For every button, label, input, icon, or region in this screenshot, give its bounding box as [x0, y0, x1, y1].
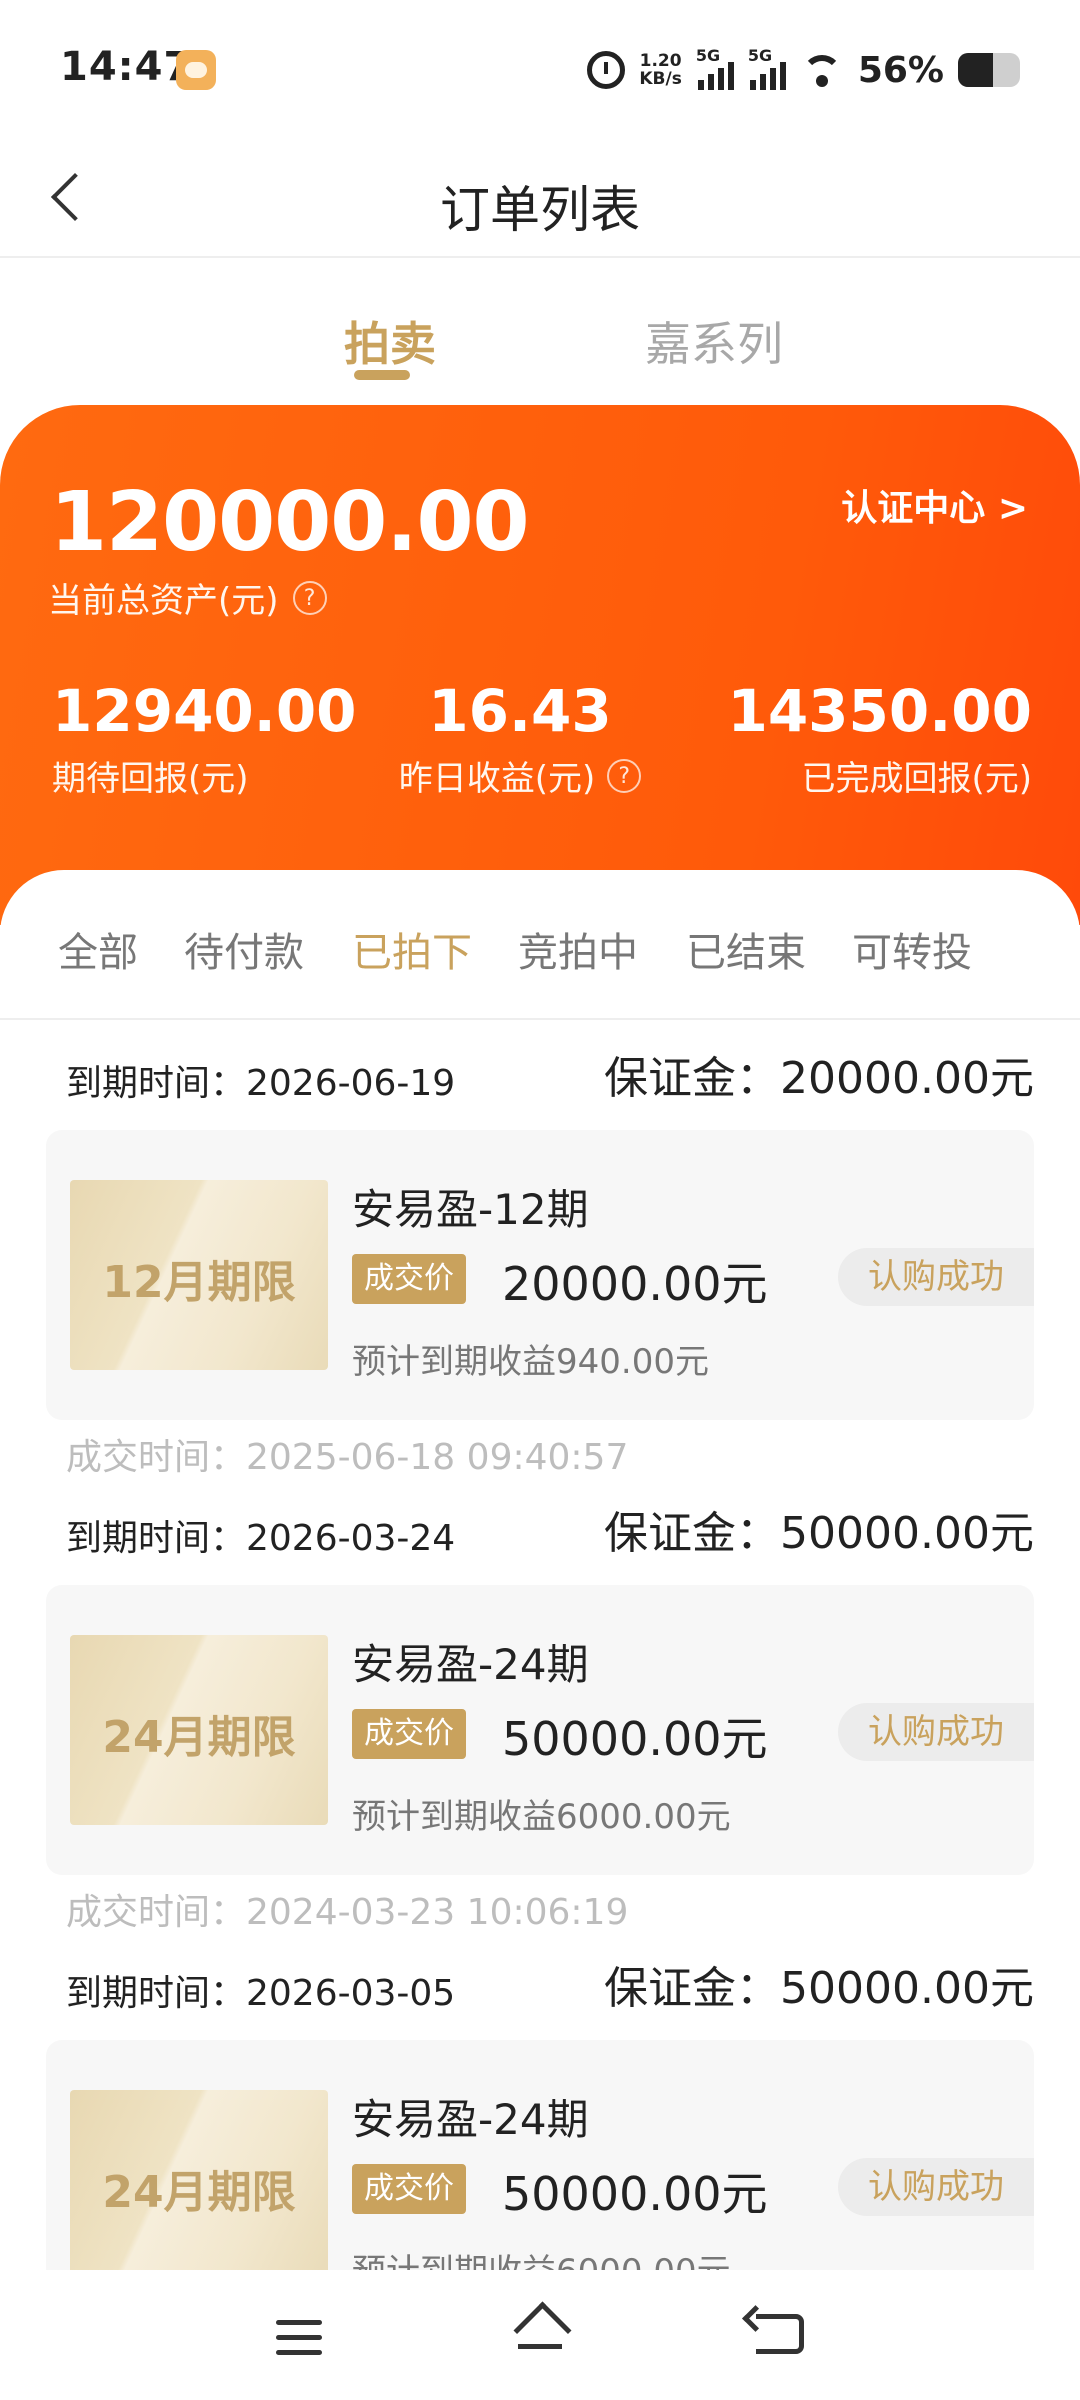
due-time: 到期时间：2026-06-19 [66, 1063, 456, 1104]
order-item: 到期时间：2026-06-19 保证金：20000.00元 12月期限 安易盈-… [0, 1020, 1080, 1478]
menu-icon[interactable] [276, 2320, 322, 2355]
completed-return-value: 14350.00 [727, 677, 1032, 745]
yesterday-income-label: 昨日收益(元) [398, 759, 596, 799]
tab-auction[interactable]: 拍卖 [344, 308, 436, 380]
order-item: 到期时间：2026-03-24 保证金：50000.00元 24月期限 安易盈-… [0, 1475, 1080, 1933]
tab-auction-label: 拍卖 [344, 317, 436, 371]
tab-pending-payment[interactable]: 待付款 [184, 920, 304, 978]
expected-return-value: 12940.00 [52, 677, 357, 745]
page-title: 订单列表 [440, 181, 640, 239]
tab-transferable[interactable]: 可转投 [852, 920, 972, 978]
status-badge: 认购成功 [838, 1703, 1034, 1761]
tab-jia-series-label: 嘉系列 [645, 317, 783, 371]
tab-ended[interactable]: 已结束 [686, 920, 806, 978]
term-label: 24月期限 [102, 1712, 296, 1763]
due-time: 到期时间：2026-03-05 [66, 1973, 456, 2014]
product-tabs: 拍卖 嘉系列 [0, 258, 1080, 408]
price-tag: 成交价 [352, 1709, 466, 1759]
battery-icon [958, 53, 1020, 87]
status-badge: 认购成功 [838, 1248, 1034, 1306]
yesterday-income: 16.43 昨日收益(元) ? [390, 677, 650, 800]
term-label: 12月期限 [102, 1257, 296, 1308]
price-tag: 成交价 [352, 1254, 466, 1304]
status-icons: 1.20 KB/s 5G 5G 56% [587, 46, 1020, 94]
yesterday-income-value: 16.43 [428, 677, 612, 745]
term-label: 24月期限 [102, 2167, 296, 2218]
expected-income: 预计到期收益940.00元 [352, 1342, 709, 1382]
status-time: 14:47 [60, 44, 193, 90]
expected-return: 12940.00 期待回报(元) [52, 677, 357, 800]
order-card[interactable]: 24月期限 安易盈-24期 成交价 50000.00元 预计到期收益6000.0… [46, 1585, 1034, 1875]
completed-return-label: 已完成回报(元) [801, 759, 1032, 799]
term-thumbnail: 12月期限 [70, 1180, 328, 1370]
order-card[interactable]: 24月期限 安易盈-24期 成交价 50000.00元 预计到期收益6000.0… [46, 2040, 1034, 2270]
deal-price: 50000.00元 [502, 1712, 768, 1766]
product-name: 安易盈-24期 [352, 2095, 589, 2144]
tab-jia-series[interactable]: 嘉系列 [645, 308, 783, 374]
expected-income: 预计到期收益6000.00元 [352, 1797, 731, 1837]
title-bar: 订单列表 [0, 140, 1080, 258]
back-icon[interactable] [756, 2314, 804, 2354]
wifi-icon [800, 53, 844, 87]
asset-summary-card: 120000.00 当前总资产(元) ? 认证中心 > 12940.00 期待回… [0, 405, 1080, 925]
order-status-tabs: 全部 待付款 已拍下 竞拍中 已结束 可转投 [0, 870, 1080, 1020]
sim2-label: 5G [747, 46, 773, 65]
system-nav-bar [0, 2270, 1080, 2400]
term-thumbnail: 24月期限 [70, 2090, 328, 2270]
help-icon[interactable]: ? [607, 758, 642, 793]
deposit: 保证金：50000.00元 [604, 1508, 1034, 1559]
deal-price: 50000.00元 [502, 2167, 768, 2221]
term-thumbnail: 24月期限 [70, 1635, 328, 1825]
network-speed-value: 1.20 [639, 51, 682, 71]
order-list: 到期时间：2026-06-19 保证金：20000.00元 12月期限 安易盈-… [0, 1020, 1080, 2270]
tab-active-indicator [354, 370, 410, 380]
price-tag: 成交价 [352, 2164, 466, 2214]
network-speed: 1.20 KB/s [639, 52, 681, 88]
alarm-icon [587, 51, 626, 89]
order-item: 到期时间：2026-03-05 保证金：50000.00元 24月期限 安易盈-… [0, 1930, 1080, 2270]
total-assets-label-row: 当前总资产(元) ? [48, 573, 327, 622]
tab-bidding[interactable]: 竞拍中 [518, 920, 638, 978]
signal-sim1-icon: 5G [696, 46, 734, 90]
expected-return-label: 期待回报(元) [52, 759, 249, 799]
network-speed-unit: KB/s [639, 69, 682, 89]
deposit: 保证金：20000.00元 [604, 1053, 1034, 1104]
tab-won[interactable]: 已拍下 [352, 920, 472, 978]
cert-center-link[interactable]: 认证中心 > [841, 479, 1028, 531]
deal-time: 成交时间：2025-06-18 09:40:57 [66, 1437, 629, 1478]
deal-time: 成交时间：2024-03-23 10:06:19 [66, 1892, 629, 1933]
deposit: 保证金：50000.00元 [604, 1963, 1034, 2014]
status-badge: 认购成功 [838, 2158, 1034, 2216]
help-icon[interactable]: ? [292, 580, 327, 615]
expected-income: 预计到期收益6000.00元 [352, 2244, 731, 2270]
deal-price: 20000.00元 [502, 1257, 768, 1311]
signal-sim2-icon: 5G [748, 46, 786, 90]
total-assets-value: 120000.00 [50, 475, 530, 570]
order-card[interactable]: 12月期限 安易盈-12期 成交价 20000.00元 预计到期收益940.00… [46, 1130, 1034, 1420]
battery-percent: 56% [857, 49, 944, 91]
sim1-label: 5G [695, 46, 721, 65]
app-notification-icon [176, 50, 216, 90]
home-icon[interactable] [510, 2304, 570, 2360]
total-assets-label: 当前总资产(元) [48, 581, 279, 621]
completed-return: 14350.00 已完成回报(元) [727, 677, 1032, 800]
due-time: 到期时间：2026-03-24 [66, 1518, 456, 1559]
product-name: 安易盈-12期 [352, 1185, 589, 1234]
status-bar: 14:47 1.20 KB/s 5G 5G 56% [0, 0, 1080, 140]
product-name: 安易盈-24期 [352, 1640, 589, 1689]
tab-all[interactable]: 全部 [58, 920, 138, 978]
